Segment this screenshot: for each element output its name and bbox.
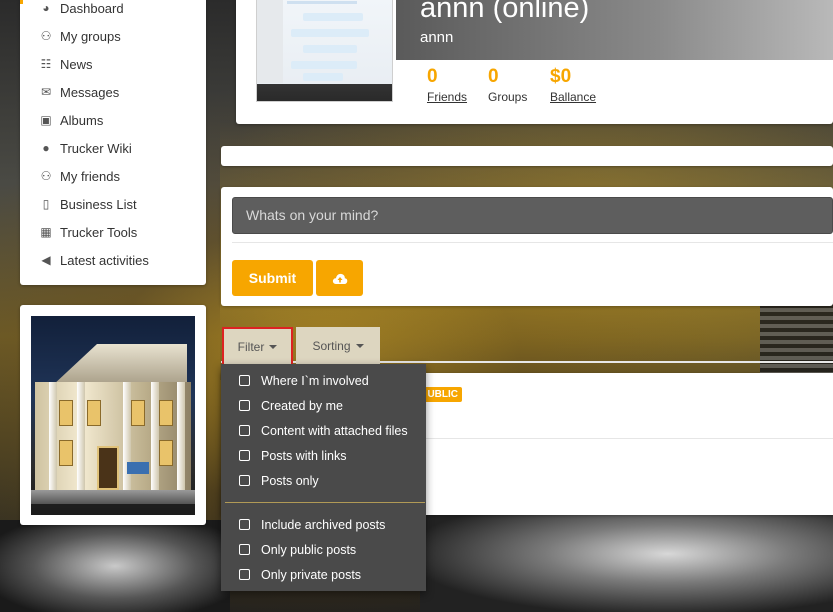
sidebar-item-trucker-wiki[interactable]: ● Trucker Wiki — [20, 134, 206, 162]
sidebar-item-label: News — [60, 56, 93, 72]
profile-tabs-bar — [221, 146, 833, 166]
background-truck-tank — [0, 520, 230, 612]
filter-option-label: Created by me — [261, 398, 343, 413]
public-badge: UBLIC — [420, 387, 462, 402]
friends-link[interactable]: Friends — [427, 90, 467, 104]
filter-option-label: Where I`m involved — [261, 373, 369, 388]
filter-option-label: Include archived posts — [261, 517, 386, 532]
building-image-card — [20, 305, 206, 525]
calculator-icon: ▦ — [40, 225, 52, 239]
filter-dropdown: Where I`m involved Created by me Content… — [221, 364, 426, 591]
caret-down-icon — [269, 345, 278, 349]
groups-label: Groups — [488, 90, 528, 104]
rss-icon: ☷ — [40, 57, 52, 71]
status-input[interactable]: Whats on your mind? — [232, 197, 833, 234]
filter-option-only-public[interactable]: Only public posts — [221, 537, 426, 562]
profile-name: annn (online) — [420, 0, 590, 24]
sidebar-item-my-friends[interactable]: ⚇ My friends — [20, 162, 206, 190]
checkbox[interactable] — [239, 400, 250, 411]
cloud-upload-icon — [332, 273, 347, 284]
sidebar-item-label: My groups — [60, 28, 121, 44]
sidebar-accent — [20, 0, 23, 4]
dashboard-icon: ◕ — [42, 1, 50, 15]
stat-balance[interactable]: $0 Ballance — [550, 66, 596, 104]
filter-option-label: Posts only — [261, 473, 319, 488]
globe-icon: ● — [42, 141, 50, 155]
sidebar-item-label: Business List — [60, 196, 137, 212]
sidebar-item-dashboard[interactable]: ◕ Dashboard — [20, 0, 206, 22]
caret-down-icon — [355, 344, 364, 348]
groups-count: 0 — [488, 66, 499, 87]
filter-option-created-by-me[interactable]: Created by me — [221, 393, 426, 418]
filter-option-label: Only public posts — [261, 542, 357, 557]
filter-option-label: Only private posts — [261, 567, 362, 582]
profile-header: annn (online) annn 0 Friends 0 Groups $0… — [236, 0, 833, 124]
sidebar-item-label: Albums — [60, 112, 104, 128]
background-truck-wheel — [420, 515, 833, 612]
profile-username: annn — [420, 29, 454, 46]
filter-option-label: Content with attached files — [261, 423, 408, 438]
dropdown-divider — [225, 502, 425, 503]
checkbox[interactable] — [239, 425, 250, 436]
sidebar-item-my-groups[interactable]: ⚇ My groups — [20, 22, 206, 50]
stat-friends[interactable]: 0 Friends — [427, 66, 467, 104]
filter-label: Filter — [237, 340, 265, 354]
submit-button[interactable]: Submit — [232, 260, 313, 296]
sidebar-item-label: Messages — [60, 84, 120, 100]
filter-option-attached-files[interactable]: Content with attached files — [221, 418, 426, 443]
filter-option-only-private[interactable]: Only private posts — [221, 562, 426, 587]
checkbox[interactable] — [239, 450, 250, 461]
sidebar-item-label: Latest activities — [60, 252, 149, 268]
checkbox[interactable] — [239, 569, 250, 580]
balance-link[interactable]: Ballance — [550, 90, 596, 104]
sidebar-item-label: My friends — [60, 168, 120, 184]
checkbox[interactable] — [239, 519, 250, 530]
building-icon: ▯ — [42, 197, 50, 211]
sidebar-menu: ◕ Dashboard ⚇ My groups ☷ News ✉ Message… — [20, 0, 206, 285]
filter-button[interactable]: Filter — [222, 327, 293, 367]
filter-option-posts-only[interactable]: Posts only — [221, 468, 426, 493]
sidebar-item-news[interactable]: ☷ News — [20, 50, 206, 78]
envelope-icon: ✉ — [40, 85, 52, 99]
filter-option-involved[interactable]: Where I`m involved — [221, 368, 426, 393]
megaphone-icon: ◀ — [41, 253, 51, 267]
building-image[interactable] — [31, 316, 195, 515]
avatar[interactable] — [256, 0, 393, 102]
sidebar-item-business-list[interactable]: ▯ Business List — [20, 190, 206, 218]
checkbox[interactable] — [239, 375, 250, 386]
users-icon: ⚇ — [40, 29, 52, 43]
checkbox[interactable] — [239, 475, 250, 486]
sidebar-item-label: Trucker Wiki — [60, 140, 132, 156]
sidebar-item-label: Dashboard — [60, 0, 124, 16]
sorting-label: Sorting — [312, 339, 351, 353]
checkbox[interactable] — [239, 544, 250, 555]
sidebar-item-albums[interactable]: ▣ Albums — [20, 106, 206, 134]
sidebar-item-label: Trucker Tools — [60, 224, 138, 240]
balance-amount: $0 — [550, 66, 572, 87]
stat-groups: 0 Groups — [488, 66, 527, 104]
composer-divider — [232, 242, 833, 243]
sorting-button[interactable]: Sorting — [296, 327, 380, 365]
sidebar-item-trucker-tools[interactable]: ▦ Trucker Tools — [20, 218, 206, 246]
sidebar-item-latest-activities[interactable]: ◀ Latest activities — [20, 246, 206, 274]
users-icon: ⚇ — [40, 169, 52, 183]
filter-option-include-archived[interactable]: Include archived posts — [221, 512, 426, 537]
filter-option-posts-with-links[interactable]: Posts with links — [221, 443, 426, 468]
filter-option-label: Posts with links — [261, 448, 347, 463]
sidebar-item-messages[interactable]: ✉ Messages — [20, 78, 206, 106]
camera-icon: ▣ — [40, 113, 52, 127]
friends-count: 0 — [427, 66, 438, 87]
upload-button[interactable] — [316, 260, 363, 296]
post-composer: Whats on your mind? Submit — [221, 187, 833, 306]
